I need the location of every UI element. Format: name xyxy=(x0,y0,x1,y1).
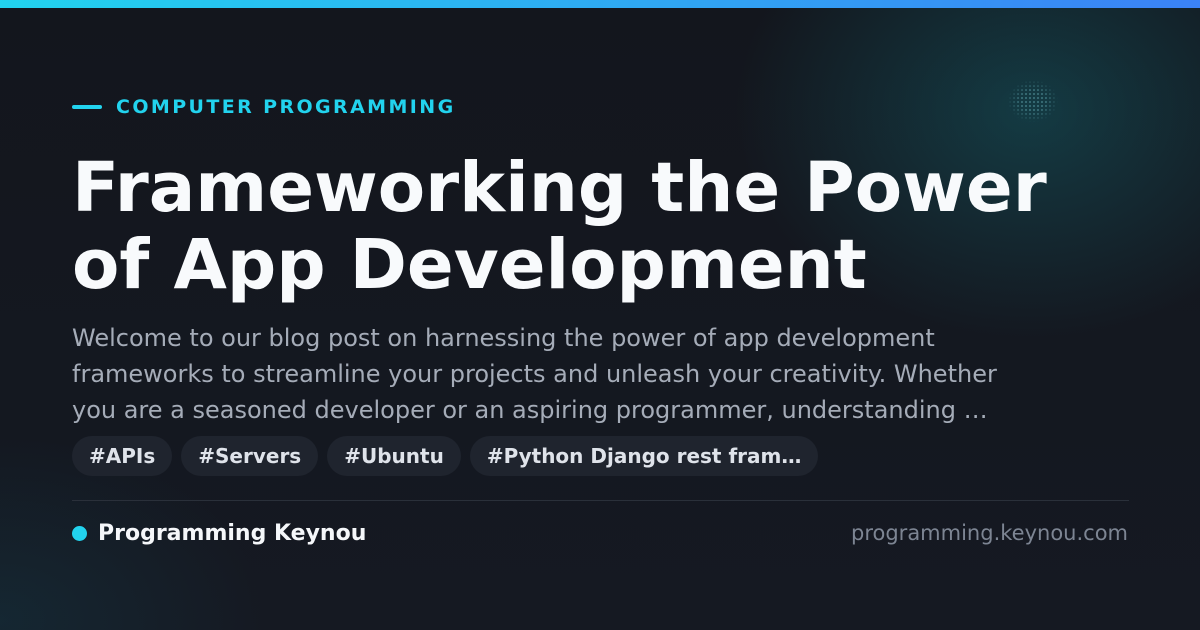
category-label: COMPUTER PROGRAMMING xyxy=(116,96,456,118)
tag-servers[interactable]: #Servers xyxy=(181,436,319,476)
tag-apis[interactable]: #APIs xyxy=(72,436,173,476)
accent-dot-icon xyxy=(72,525,87,541)
tag-ubuntu[interactable]: #Ubuntu xyxy=(327,436,461,476)
footer-divider xyxy=(72,500,1129,501)
accent-dash-icon xyxy=(72,105,102,109)
post-description: Welcome to our blog post on harnessing t… xyxy=(72,320,1132,428)
brand-name: Programming Keynou xyxy=(98,520,367,546)
post-title: Frameworking the Power of App Developmen… xyxy=(72,150,1152,304)
site-domain[interactable]: programming.keynou.com xyxy=(851,519,1128,547)
title-line: of App Development xyxy=(72,225,867,305)
title-line: Frameworking the Power xyxy=(72,148,1047,228)
top-accent-bar xyxy=(0,0,1200,8)
dot-pattern-decoration xyxy=(1008,80,1058,122)
tag-python-django[interactable]: #Python Django rest fram… xyxy=(469,436,819,476)
description-line: Welcome to our blog post on harnessing t… xyxy=(72,324,935,352)
tag-list: #APIs #Servers #Ubuntu #Python Django re… xyxy=(72,436,827,476)
brand: Programming Keynou xyxy=(72,519,366,547)
description-line: frameworks to streamline your projects a… xyxy=(72,360,997,388)
description-line: you are a seasoned developer or an aspir… xyxy=(72,396,988,424)
category-eyebrow: COMPUTER PROGRAMMING xyxy=(72,96,456,118)
